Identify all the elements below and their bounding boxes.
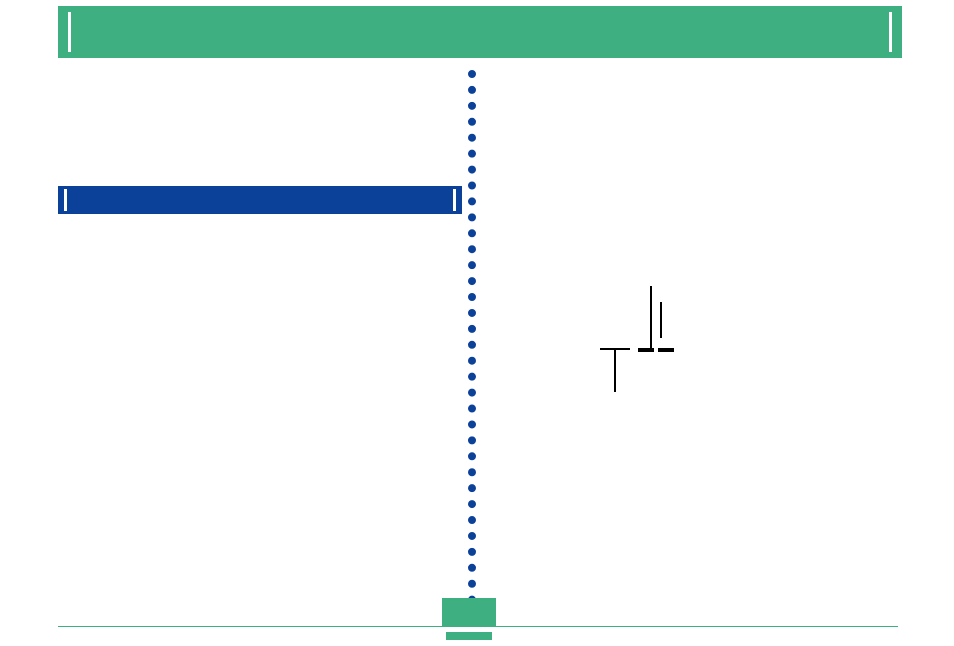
center-green-underbar: [446, 632, 492, 640]
candle-wick-1: [650, 286, 652, 348]
candlestick-cluster: [600, 286, 720, 396]
top-bar-right-tick: [889, 12, 892, 52]
figure: [0, 0, 954, 646]
center-green-block: [442, 598, 496, 626]
blue-bar-left-tick: [64, 189, 67, 211]
candle-wick-3: [614, 348, 616, 392]
blue-bar-right-tick: [453, 189, 456, 211]
blue-bar-left: [58, 186, 462, 214]
top-bar-left-tick: [68, 12, 71, 52]
green-baseline: [58, 626, 898, 627]
candle-dash-2: [658, 348, 674, 352]
top-green-bar: [58, 6, 902, 58]
candle-wick-2: [660, 302, 662, 338]
center-dotted-vertical-line: [468, 70, 476, 604]
candle-dash-1: [638, 348, 654, 352]
